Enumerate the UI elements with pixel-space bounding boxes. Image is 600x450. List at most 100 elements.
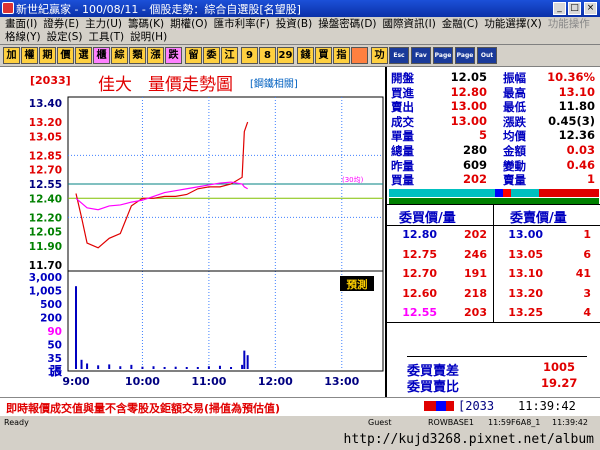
bid-volume: 218 xyxy=(464,286,487,300)
bid-price: 12.75 xyxy=(402,247,437,261)
ask-volume: 41 xyxy=(575,267,591,280)
volume-tick-label: 50 xyxy=(47,340,62,352)
code-box[interactable]: [2033 xyxy=(458,399,494,413)
ask-volume: 4 xyxy=(583,306,591,319)
toolbar-button-22[interactable]: Fav xyxy=(411,47,431,64)
toolbar-button-5[interactable]: 櫃 xyxy=(93,47,110,64)
toolbar-button-24[interactable]: Page xyxy=(455,47,475,64)
menu-item-4[interactable]: 期權(O) xyxy=(167,18,210,31)
close-button[interactable]: × xyxy=(584,2,597,15)
menu2-item-0[interactable]: 格線(Y) xyxy=(2,31,44,44)
bid-ask-bar xyxy=(389,189,599,197)
quote-label: 成交 xyxy=(391,114,414,129)
toolbar-button-6[interactable]: 綜 xyxy=(111,47,128,64)
menu-item-10[interactable]: 功能選擇(X) xyxy=(481,18,544,31)
quote-value: 13.00 xyxy=(450,99,487,114)
menu-item-2[interactable]: 主力(U) xyxy=(82,18,125,31)
maximize-button[interactable]: □ xyxy=(568,2,581,15)
toolbar-button-1[interactable]: 權 xyxy=(21,47,38,64)
menu-item-3[interactable]: 籌碼(K) xyxy=(125,18,167,31)
toolbar: 加權期價選櫃綜類漲跌留委江 9 8 29 錢買指功 Esc Fav Page Page Out xyxy=(0,45,600,67)
quote-row: 昨量 609 變動 0.46 xyxy=(387,158,600,173)
menu-item-0[interactable]: 畫面(I) xyxy=(2,18,40,31)
quote-label: 振幅 xyxy=(503,71,526,85)
quote-label: 買量 xyxy=(391,173,414,188)
menu2-item-2[interactable]: 工具(T) xyxy=(85,31,127,44)
volume-bar xyxy=(108,364,111,369)
toolbar-button-2[interactable]: 期 xyxy=(39,47,56,64)
volume-bar xyxy=(207,366,210,369)
toolbar-button-16[interactable]: 錢 xyxy=(297,47,314,64)
toolbar-button-15[interactable]: 29 xyxy=(277,47,294,64)
toolbar-button-25[interactable]: Out xyxy=(477,47,497,64)
toolbar-button-12[interactable]: 江 xyxy=(221,47,238,64)
toolbar-button-17[interactable]: 買 xyxy=(315,47,332,64)
menu-item-7[interactable]: 操盤密碼(D) xyxy=(315,18,379,31)
toolbar-button-4[interactable]: 選 xyxy=(75,47,92,64)
toolbar-button-0[interactable]: 加 xyxy=(3,47,20,64)
menu-item-1[interactable]: 證券(E) xyxy=(40,18,82,31)
toolbar-button-13[interactable]: 9 xyxy=(241,47,258,64)
ask-price: 13.10 xyxy=(508,267,543,280)
title-bar: 新世紀贏家 - 100/08/11 - 個股走勢：綜合自選股[名望股] _ □ … xyxy=(0,0,600,17)
price-tick-label: 12.70 xyxy=(29,165,62,177)
menu-item-6[interactable]: 投資(B) xyxy=(273,18,315,31)
bid-header: 委買價/量 xyxy=(399,211,456,226)
menu-bar: 畫面(I) 證券(E) 主力(U) 籌碼(K) 期權(O) 匯市利率(F) 投資(B) 操盤密… xyxy=(0,17,600,45)
volume-bar xyxy=(97,365,100,369)
ask-price: 13.20 xyxy=(508,286,543,300)
quote-value: 1 xyxy=(586,172,595,187)
ask-header: 委賣價/量 xyxy=(510,211,567,226)
volume-bar xyxy=(243,350,246,369)
quote-label: 均價 xyxy=(503,129,526,144)
menu2-item-3[interactable]: 說明(H) xyxy=(127,31,170,44)
ask-price: 13.05 xyxy=(508,247,543,261)
toolbar-button-21[interactable]: Esc xyxy=(389,47,409,64)
bid-price: 12.70 xyxy=(402,267,437,280)
time-tick-label: 11:00 xyxy=(191,375,226,388)
toolbar-button-20[interactable]: 功 xyxy=(371,47,388,64)
minimize-button[interactable]: _ xyxy=(553,2,566,15)
quote-row: 單量 5 均價 12.36 xyxy=(387,128,600,143)
menu2-item-1[interactable]: 設定(S) xyxy=(44,31,86,44)
quote-row: 賣出 13.00 最低 11.80 xyxy=(387,99,600,114)
toolbar-button-14[interactable]: 8 xyxy=(259,47,276,64)
price-tick-label: 12.85 xyxy=(29,150,62,162)
volume-bar xyxy=(196,367,199,369)
quote-value: 13.00 xyxy=(450,113,487,128)
toolbar-button-18[interactable]: 指 xyxy=(333,47,350,64)
ma-label: (30均) xyxy=(342,175,364,184)
menu-item-5[interactable]: 匯市利率(F) xyxy=(211,18,273,31)
toolbar-button-8[interactable]: 漲 xyxy=(147,47,164,64)
toolbar-button-9[interactable]: 跌 xyxy=(165,47,182,64)
quote-value: 10.36% xyxy=(547,70,595,84)
volume-bar xyxy=(86,363,89,369)
ratio-value: 19.27 xyxy=(541,376,578,390)
quote-value: 12.36 xyxy=(558,128,595,143)
chart-frame xyxy=(67,96,384,372)
toolbar-button-11[interactable]: 委 xyxy=(203,47,220,64)
window-title: 新世紀贏家 - 100/08/11 - 個股走勢：綜合自選股[名望股] xyxy=(16,3,301,16)
menu-item-disabled: 功能操作 xyxy=(547,18,590,30)
quote-value: 280 xyxy=(462,143,487,157)
price-tick-label: 11.70 xyxy=(29,260,62,272)
price-line xyxy=(75,121,249,249)
toolbar-button-19[interactable] xyxy=(351,47,368,64)
volume-bar xyxy=(75,286,77,369)
quote-value: 12.05 xyxy=(450,70,487,84)
quote-label: 賣量 xyxy=(503,173,526,188)
bid-price: 12.80 xyxy=(402,228,437,241)
toolbar-button-23[interactable]: Page xyxy=(433,47,453,64)
quote-value: 609 xyxy=(462,157,487,172)
quote-value: 0.45(3) xyxy=(548,113,595,128)
menu-item-8[interactable]: 國際資訊(I) xyxy=(380,18,439,31)
toolbar-button-7[interactable]: 類 xyxy=(129,47,146,64)
toolbar-button-10[interactable]: 留 xyxy=(185,47,202,64)
price-volume-chart[interactable]: 13.40 13.20 13.05 12.85 12.70 12.55 12.40 12.20… xyxy=(0,67,385,397)
toolbar-button-3[interactable]: 價 xyxy=(57,47,74,64)
volume-bar xyxy=(185,367,188,369)
quote-row: 買進 12.80 最高 13.10 xyxy=(387,85,600,100)
volume-tick-label: 90 xyxy=(47,326,62,338)
volume-bar xyxy=(163,367,166,369)
menu-item-9[interactable]: 金融(C) xyxy=(439,18,482,31)
